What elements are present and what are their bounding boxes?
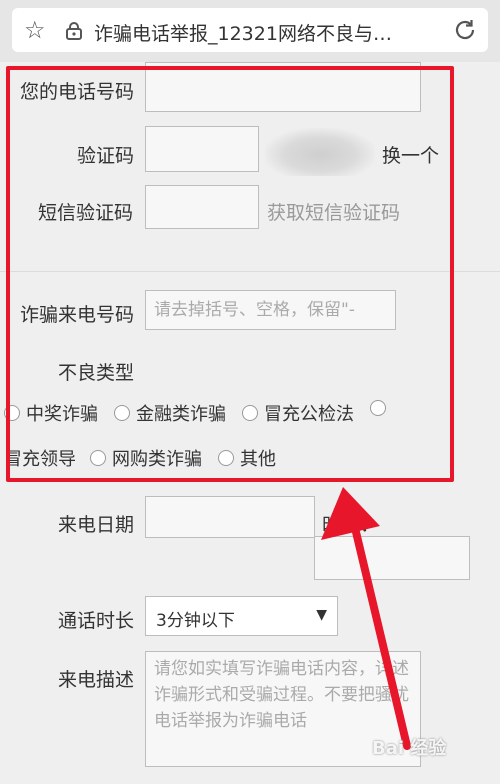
star-icon[interactable]: ☆ bbox=[24, 16, 46, 44]
fraud-number-input[interactable] bbox=[145, 290, 396, 330]
type-option[interactable]: 中奖诈骗 bbox=[4, 400, 98, 426]
phone-label: 您的电话号码 bbox=[20, 81, 135, 103]
sms-code-label: 短信验证码 bbox=[38, 202, 134, 224]
type-option[interactable]: 冒充公检法 bbox=[242, 400, 354, 426]
captcha-image[interactable] bbox=[265, 128, 375, 176]
radio-icon[interactable] bbox=[114, 405, 130, 421]
time-label: 时间： bbox=[322, 514, 380, 536]
type-option-next[interactable] bbox=[370, 400, 392, 416]
duration-select[interactable]: 3分钟以下 ▼ bbox=[145, 596, 338, 636]
duration-label: 通话时长 bbox=[58, 610, 135, 632]
type-label: 不良类型 bbox=[58, 362, 135, 384]
captcha-refresh-link[interactable]: 换一个 bbox=[382, 141, 439, 168]
type-options-row-2: 冒充领导 网购类诈骗 其他 bbox=[0, 445, 500, 471]
type-option[interactable]: 其他 bbox=[218, 445, 276, 471]
fraud-number-label: 诈骗来电号码 bbox=[20, 304, 135, 326]
sms-code-input[interactable] bbox=[145, 185, 259, 229]
type-option[interactable]: 金融类诈骗 bbox=[114, 400, 226, 426]
type-option[interactable]: 冒充领导 bbox=[4, 445, 76, 471]
type-option[interactable]: 网购类诈骗 bbox=[90, 445, 202, 471]
phone-input[interactable] bbox=[145, 62, 421, 112]
radio-icon[interactable] bbox=[242, 405, 258, 421]
get-sms-code-link[interactable]: 获取短信验证码 bbox=[267, 198, 400, 225]
report-form: 您的电话号码 验证码 换一个 短信验证码 获取短信验证码 诈骗来电号码 不良类型… bbox=[0, 62, 500, 784]
time-input[interactable] bbox=[314, 536, 470, 580]
browser-toolbar: ☆ 诈骗电话举报_12321网络不良与… bbox=[0, 0, 500, 62]
page-title[interactable]: 诈骗电话举报_12321网络不良与… bbox=[94, 19, 444, 46]
date-input[interactable] bbox=[145, 496, 315, 538]
reload-icon[interactable] bbox=[452, 17, 478, 43]
radio-icon[interactable] bbox=[4, 405, 20, 421]
radio-icon[interactable] bbox=[370, 400, 386, 416]
baidu-watermark: Bai 经验 bbox=[372, 738, 447, 759]
captcha-label: 验证码 bbox=[77, 145, 135, 167]
description-label: 来电描述 bbox=[58, 669, 135, 691]
captcha-input[interactable] bbox=[145, 126, 259, 172]
address-bar[interactable]: ☆ 诈骗电话举报_12321网络不良与… bbox=[12, 8, 488, 52]
radio-icon[interactable] bbox=[218, 450, 234, 466]
section-divider bbox=[0, 271, 500, 272]
lock-icon bbox=[66, 22, 82, 40]
radio-icon[interactable] bbox=[90, 450, 106, 466]
type-options-row-1: 中奖诈骗 金融类诈骗 冒充公检法 bbox=[0, 400, 500, 426]
dropdown-arrow-icon: ▼ bbox=[316, 607, 327, 623]
date-label: 来电日期 bbox=[58, 514, 135, 536]
